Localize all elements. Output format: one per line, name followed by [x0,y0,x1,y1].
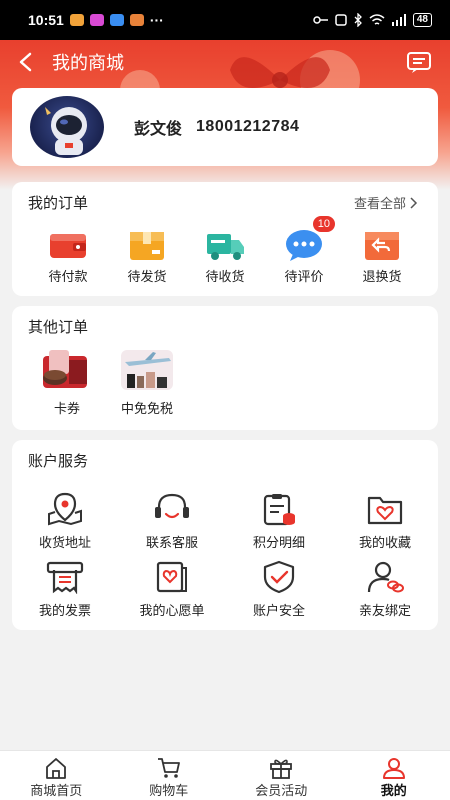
service-label: 我的发票 [38,603,91,618]
return-box-icon [361,228,403,262]
tab-label: 商城首页 [30,783,83,798]
wishlist-icon [152,560,192,594]
notification-app-icon [69,14,84,26]
service-label: 积分明细 [252,535,305,550]
gift-icon [269,757,293,779]
home-icon [44,757,68,779]
duty-free-image [119,348,175,392]
service-label: 账户安全 [252,603,305,618]
shield-check-icon [259,560,299,594]
user-icon [382,757,406,779]
service-wishlist[interactable]: 我的心愿单 [122,560,222,619]
user-phone: 18001212784 [196,118,300,135]
avatar[interactable] [30,96,104,158]
other-order-label: 中免免税 [120,401,173,416]
other-order-duty-free[interactable]: 中免免税 [112,348,182,417]
order-pending-receipt[interactable]: 待收货 [190,228,260,285]
service-family-binding[interactable]: 亲友绑定 [335,560,435,619]
view-all-orders-link[interactable]: 查看全部 [354,193,418,212]
tab-label: 我的 [380,783,407,798]
service-points-detail[interactable]: 积分明细 [229,492,329,551]
my-orders-card: 我的订单 查看全部 待付款 待发货 待收货 10 待评价 退换货 [12,182,438,296]
tab-member-events[interactable]: 会员活动 [225,751,338,800]
page-title: 我的商城 [52,53,124,73]
back-arrow-icon[interactable] [18,51,40,73]
profile-card[interactable]: 彭文俊 18001212784 [12,88,438,166]
account-services-card: 账户服务 收货地址 联系客服 积分明细 我的收藏 我的发票 我的心愿单 账户安全… [12,440,438,630]
other-orders-card: 其他订单 卡券 中免免税 [12,306,438,430]
order-item-label: 待付款 [48,269,88,284]
order-item-label: 待发货 [127,269,167,284]
other-order-label: 卡券 [53,401,80,416]
service-customer-support[interactable]: 联系客服 [122,492,222,551]
points-clipboard-icon [259,492,299,526]
order-returns[interactable]: 退换货 [347,228,417,285]
order-pending-payment[interactable]: 待付款 [33,228,103,285]
box-icon [126,228,168,262]
map-pin-icon [45,492,85,526]
service-address[interactable]: 收货地址 [15,492,115,551]
message-icon[interactable] [406,50,432,74]
key-icon [313,16,328,24]
my-orders-title: 我的订单 [28,195,89,212]
notification-app-icon [89,14,104,26]
status-bar: 10:51 ··· 48 [0,0,450,40]
invoice-printer-icon [45,560,85,595]
more-notifications-icon: ··· [149,12,164,28]
bottom-tab-bar: 商城首页 购物车 会员活动 我的 [0,750,450,800]
review-count-badge: 10 [312,216,335,232]
account-services-title: 账户服务 [28,453,89,470]
other-orders-title: 其他订单 [28,319,89,336]
heart-folder-icon [365,492,405,526]
service-label: 联系客服 [145,535,198,550]
service-label: 我的收藏 [358,535,411,550]
headset-icon [152,492,192,526]
wifi-icon [369,14,385,25]
order-item-label: 待收货 [205,269,245,284]
chevron-right-icon [410,196,418,209]
service-label: 收货地址 [38,535,91,550]
tab-mine[interactable]: 我的 [338,751,450,800]
order-pending-review[interactable]: 10 待评价 [269,216,339,285]
view-all-label: 查看全部 [353,196,406,211]
battery-indicator: 48 [412,13,432,27]
tab-label: 购物车 [149,783,189,798]
user-name: 彭文俊 [134,121,183,138]
nav-bar: 我的商城 [0,40,450,84]
voucher-image [39,348,95,392]
status-right: 48 [313,13,432,27]
order-item-label: 退换货 [362,269,402,284]
service-account-security[interactable]: 账户安全 [229,560,329,619]
signal-icon [391,14,406,26]
wallet-icon [47,228,89,262]
service-label: 亲友绑定 [358,603,411,618]
tab-mall-home[interactable]: 商城首页 [0,751,113,800]
bluetooth-icon [354,13,362,27]
tab-cart[interactable]: 购物车 [113,751,226,800]
tab-label: 会员活动 [255,783,308,798]
truck-icon [204,228,246,262]
status-time: 10:51 [28,12,64,28]
notification-app-icon [129,14,144,26]
notification-app-icon [109,14,124,26]
nfc-icon [335,14,347,26]
other-order-voucher[interactable]: 卡券 [32,348,102,417]
service-label: 我的心愿单 [139,603,205,618]
cart-icon [157,757,181,779]
order-item-label: 待评价 [284,269,324,284]
order-pending-shipment[interactable]: 待发货 [112,228,182,285]
service-invoices[interactable]: 我的发票 [15,560,115,619]
astronaut-avatar-icon [45,107,87,155]
status-left: 10:51 ··· [28,12,164,28]
user-link-icon [365,560,405,594]
chat-bubble-icon: 10 [283,216,335,262]
service-favorites[interactable]: 我的收藏 [335,492,435,551]
